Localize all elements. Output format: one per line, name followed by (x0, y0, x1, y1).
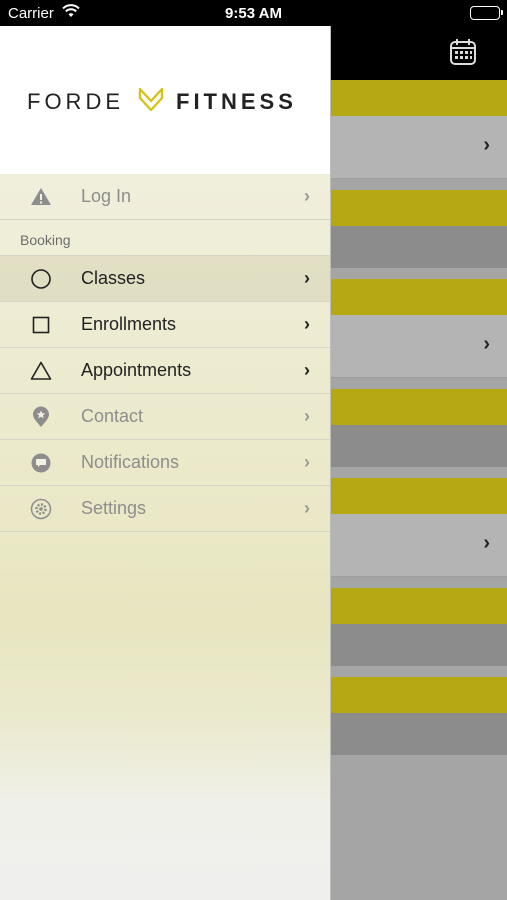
clock: 9:53 AM (225, 5, 282, 22)
calendar-icon[interactable] (449, 38, 477, 71)
background-band (331, 588, 507, 624)
background-band (331, 425, 507, 467)
menu-item-label: Notifications (81, 452, 180, 472)
logo-text-forde: FORDE (27, 89, 124, 114)
menu-item-notifications[interactable]: Notifications › (0, 440, 330, 486)
menu-item-enrollments[interactable]: Enrollments › (0, 302, 330, 348)
background-band (331, 478, 507, 514)
chevron-right-icon: › (483, 532, 490, 554)
logo-header: FORDE FITNESS (0, 26, 330, 174)
chat-bubble-icon (30, 452, 52, 474)
menu-item-classes[interactable]: Classes › (0, 256, 330, 302)
menu-item-label: Classes (81, 268, 146, 288)
status-bar: Carrier 9:53 AM (0, 0, 507, 26)
section-header-label: Booking (20, 232, 71, 248)
background-content: › › › (331, 80, 507, 900)
background-band (331, 279, 507, 315)
chevron-right-icon: › (304, 452, 310, 472)
menu-item-label: Contact (81, 406, 144, 426)
menu-item-label: Log In (81, 186, 132, 206)
section-header-booking: Booking (0, 220, 330, 256)
triangle-icon (30, 360, 52, 382)
gear-icon (30, 498, 52, 520)
location-pin-icon (30, 406, 52, 428)
menu-item-settings[interactable]: Settings › (0, 486, 330, 532)
warning-icon (30, 186, 52, 208)
background-row[interactable]: › (331, 116, 507, 179)
chevron-right-icon: › (483, 333, 490, 355)
background-band (331, 624, 507, 666)
chevron-right-icon: › (304, 406, 310, 426)
forde-fitness-logo: FORDE FITNESS (27, 86, 297, 118)
background-band (331, 80, 507, 116)
background-row[interactable]: › (331, 514, 507, 577)
circle-icon (30, 268, 52, 290)
chevron-right-icon: › (483, 134, 490, 156)
battery-icon (470, 6, 503, 20)
logo-text-fitness: FITNESS (176, 89, 297, 114)
chevron-right-icon: › (304, 498, 310, 518)
chevron-right-icon: › (304, 314, 310, 334)
menu-item-label: Appointments (81, 360, 192, 380)
background-band (331, 389, 507, 425)
background-band (331, 713, 507, 755)
logo-mark-icon (138, 86, 164, 118)
menu-item-login[interactable]: Log In › (0, 174, 330, 220)
chevron-right-icon: › (304, 268, 310, 288)
menu-item-contact[interactable]: Contact › (0, 394, 330, 440)
background-row[interactable]: › (331, 315, 507, 378)
background-band (331, 226, 507, 268)
menu-item-appointments[interactable]: Appointments › (0, 348, 330, 394)
chevron-right-icon: › (304, 186, 310, 206)
background-band (331, 190, 507, 226)
background-band (331, 677, 507, 713)
menu-item-label: Enrollments (81, 314, 177, 334)
menu-item-label: Settings (81, 498, 147, 518)
square-icon (30, 314, 52, 336)
side-drawer: FORDE FITNESS Log In › Booking Classes ›… (0, 26, 331, 900)
background-nav-bar (331, 26, 507, 80)
chevron-right-icon: › (304, 360, 310, 380)
